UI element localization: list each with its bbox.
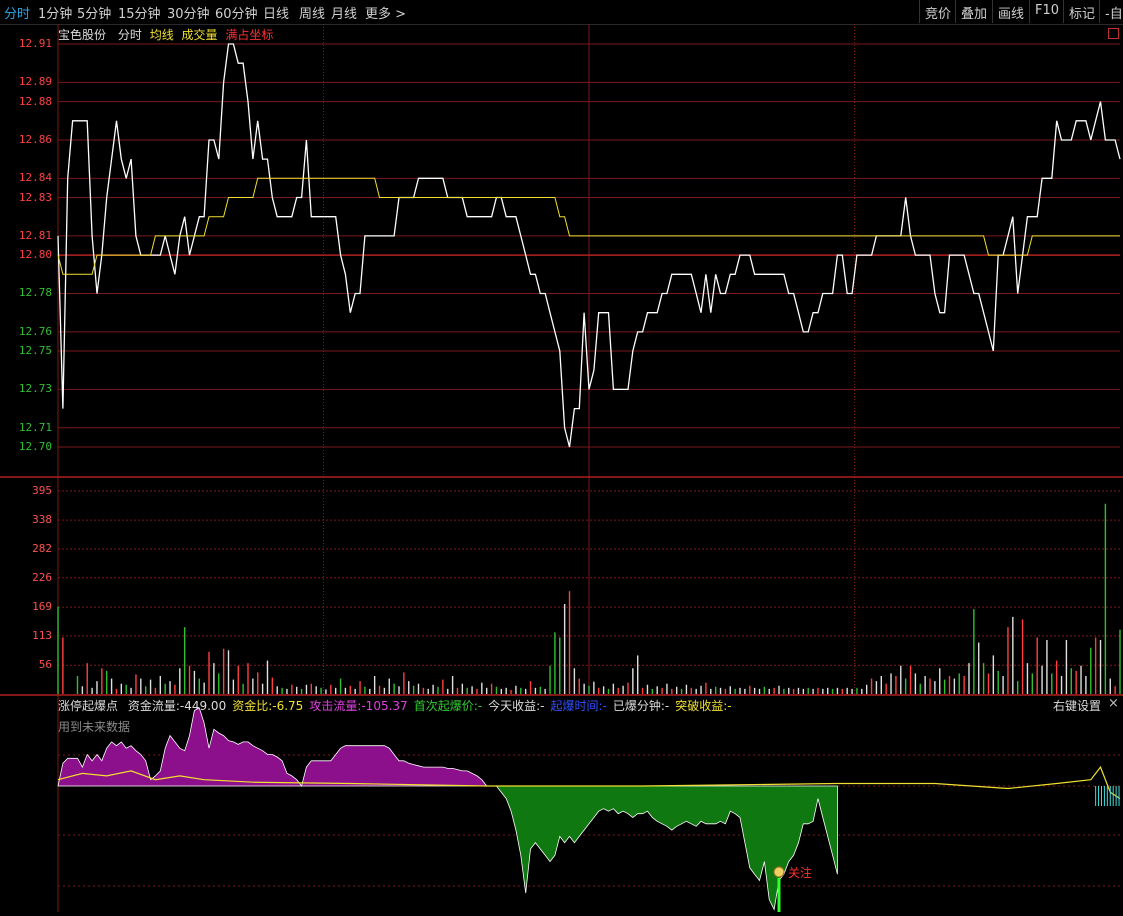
volume-tick-label: 56	[38, 658, 52, 672]
right-click-settings[interactable]: 右键设置	[1053, 697, 1101, 714]
price-tick-label: 12.89	[18, 75, 52, 89]
tab-5min[interactable]: 5分钟	[77, 3, 111, 22]
volume-tick-label: 282	[32, 541, 52, 555]
tab-intraday[interactable]: 分时	[4, 3, 30, 22]
tab-weekly[interactable]: 周线	[299, 3, 325, 22]
indicator-value: 首次起爆价:-	[413, 699, 483, 713]
stock-name: 宝色股份	[58, 28, 107, 42]
period-toolbar: 分时 1分钟 5分钟 15分钟 30分钟 60分钟 日线 周线 月线 更多 > …	[0, 0, 1123, 25]
indicator-legend: 涨停起爆点 资金流量:-449.00 资金比:-6.75 攻击流量:-105.37 首…	[58, 697, 732, 714]
price-tick-label: 12.76	[18, 324, 52, 338]
price-tick-label: 12.78	[18, 286, 52, 300]
volume-label[interactable]: 成交量	[182, 28, 218, 42]
price-tick-label: 12.75	[18, 344, 52, 358]
attack-flow-negative-area	[486, 785, 838, 911]
avg-price-line	[57, 177, 1120, 275]
watchlist-button[interactable]: -自选	[1099, 0, 1123, 23]
avg-line-label[interactable]: 均线	[150, 28, 174, 42]
volume-tick-label: 226	[32, 570, 52, 584]
f10-button[interactable]: F10	[1029, 0, 1064, 23]
price-tick-label: 12.91	[18, 37, 52, 50]
volume-tick-label: 395	[32, 483, 52, 497]
indicator-value: 攻击流量:-105.37	[309, 699, 408, 713]
attention-bell-icon	[773, 866, 785, 878]
price-tick-label: 12.86	[18, 132, 52, 146]
volume-tick-label: 113	[32, 628, 52, 642]
volume-tick-label: 169	[32, 600, 52, 614]
indicator-value: 资金流量:-449.00	[127, 699, 227, 713]
price-tick-label: 12.88	[18, 94, 52, 108]
indicator-value: 已爆分钟:-	[612, 699, 670, 713]
chart-kind-label: 分时	[117, 28, 142, 42]
fund-ratio-line	[57, 765, 1121, 800]
tab-15min[interactable]: 15分钟	[118, 3, 161, 22]
intraday-price-line	[57, 43, 1121, 448]
indicator-value: 起爆时间:-	[550, 699, 607, 713]
price-tick-label: 12.84	[18, 171, 52, 185]
volume-tick-label: 338	[32, 513, 52, 527]
auction-button[interactable]: 竞价	[919, 0, 956, 23]
tab-1min[interactable]: 1分钟	[38, 3, 72, 22]
maximize-icon[interactable]	[1108, 28, 1119, 39]
future-data-notice: 用到未来数据	[58, 720, 131, 734]
indicator-name: 涨停起爆点	[58, 699, 119, 713]
indicator-value: 资金比:-6.75	[232, 699, 304, 713]
tab-60min[interactable]: 60分钟	[215, 3, 258, 22]
tab-30min[interactable]: 30分钟	[167, 3, 210, 22]
mark-button[interactable]: 标记	[1063, 0, 1100, 23]
chart-svg: 关注关注	[0, 24, 1123, 912]
full-scale-label[interactable]: 满占坐标	[225, 28, 273, 42]
attention-label: 关注	[788, 865, 812, 880]
indicator-value: 突破收益:-	[675, 699, 732, 713]
tab-daily[interactable]: 日线	[263, 3, 289, 22]
draw-button[interactable]: 画线	[992, 0, 1029, 23]
close-icon[interactable]: ×	[1108, 696, 1119, 711]
tab-monthly[interactable]: 月线	[331, 3, 357, 22]
price-tick-label: 12.80	[18, 248, 52, 262]
price-legend: 宝色股份 分时 均线 成交量 满占坐标	[58, 26, 273, 43]
price-tick-label: 12.73	[18, 382, 52, 396]
price-tick-label: 12.83	[18, 190, 52, 204]
overlay-button[interactable]: 叠加	[955, 0, 992, 23]
price-tick-label: 12.70	[18, 440, 52, 453]
tab-more[interactable]: 更多 >	[365, 3, 406, 22]
indicator-value: 今天收益:-	[488, 699, 545, 713]
price-tick-label: 12.71	[18, 420, 52, 434]
price-tick-label: 12.81	[18, 228, 52, 242]
